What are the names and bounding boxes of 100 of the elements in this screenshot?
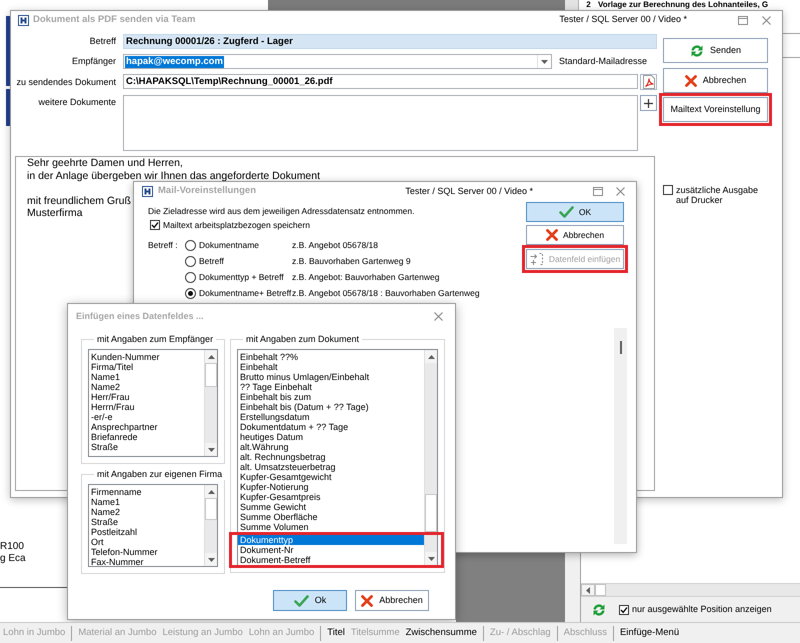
checkbox[interactable] xyxy=(619,604,629,614)
scrollbar[interactable] xyxy=(204,350,217,456)
list-item[interactable]: Straße xyxy=(89,517,204,527)
caret-down-icon xyxy=(428,556,434,560)
close-icon[interactable] xyxy=(616,187,625,196)
text-field[interactable]: C:\HAPAKSQL\Temp\Rechnung_00001_26.pdf xyxy=(123,74,638,89)
scrollbar[interactable] xyxy=(424,350,437,565)
list-item[interactable]: Name1 xyxy=(89,497,204,507)
scroll-up-button[interactable] xyxy=(205,485,217,498)
cancel-button[interactable]: Abbrechen xyxy=(526,225,624,245)
cancel-button[interactable]: Abbrechen xyxy=(663,68,768,93)
list-item[interactable]: alt. Rechnungsbetrag xyxy=(238,452,424,462)
scrollbar-thumb[interactable] xyxy=(205,363,217,387)
preset-button[interactable]: Mailtext Voreinstellung xyxy=(663,97,768,122)
radio-button[interactable] xyxy=(185,272,196,284)
list-item[interactable]: Kupfer-Gesamtpreis xyxy=(238,492,424,502)
list-item[interactable]: -er/-e xyxy=(89,412,204,422)
list-item[interactable]: Firmenname xyxy=(89,487,204,497)
info-text: Die Zieladresse wird aus dem jeweiligen Adressdatensatz entnommen. xyxy=(148,205,416,217)
list-item[interactable]: Dokument-Betreff xyxy=(238,555,424,565)
add-button[interactable] xyxy=(640,95,657,111)
maximize-icon[interactable] xyxy=(593,187,603,196)
list-item[interactable]: Fax-Nummer xyxy=(89,557,204,566)
radio-button[interactable] xyxy=(185,288,196,300)
text-field[interactable]: Rechnung 00001/26 : Zugferd - Lager xyxy=(123,34,657,49)
list-item[interactable]: Ort xyxy=(89,537,204,547)
list-item[interactable]: Dokument-Nr xyxy=(238,545,424,555)
pdf-button[interactable] xyxy=(640,74,657,90)
scroll-up-button[interactable] xyxy=(425,350,437,363)
checkbox[interactable] xyxy=(663,185,673,195)
scrollbar-thumb[interactable] xyxy=(425,494,437,532)
list-item[interactable]: Kupfer-Notierung xyxy=(238,482,424,492)
radio-button[interactable] xyxy=(185,240,196,252)
listbox[interactable]: Kunden-Nummer Firma/Titel Name1 Name2 Herr/Frau Herrn/Frau -er/-e Ansprechpartner Briefanrede Straße xyxy=(88,349,218,457)
combo-box[interactable]: hapak@wecomp.com xyxy=(123,54,552,69)
toolbar-button[interactable]: Zwischensumme xyxy=(402,626,480,640)
listbox[interactable]: Firmenname Name1 Name2 Straße Postleitzahl Ort Telefon-Nummer Fax-Nummer xyxy=(88,484,218,567)
list-item[interactable]: Kupfer-Gesamtgewicht xyxy=(238,472,424,482)
cross-icon xyxy=(684,74,697,86)
list-item[interactable]: Telefon-Nummer xyxy=(89,547,204,557)
row-text: Vorlage zur Berechnung des Lohnanteiles, G xyxy=(598,0,768,10)
checkbox[interactable] xyxy=(150,220,160,230)
list-item[interactable]: Summe Volumen xyxy=(238,522,424,532)
list-item[interactable]: alt. Umsatzsteuerbetrag xyxy=(238,462,424,472)
list-item[interactable]: Name1 xyxy=(89,372,204,382)
list-item[interactable]: Einbehalt bis (Datum + ?? Tage) xyxy=(238,402,424,412)
pdf-icon xyxy=(642,75,654,89)
list-item[interactable]: Summe Oberfläche xyxy=(238,512,424,522)
toolbar-button[interactable]: Einfüge-Menü xyxy=(616,626,682,640)
ok-button[interactable]: Ok xyxy=(273,590,347,611)
list-item[interactable]: Straße xyxy=(89,442,204,452)
list-item[interactable]: Briefanrede xyxy=(89,432,204,442)
list-item[interactable]: Firma/Titel xyxy=(89,362,204,372)
list-item[interactable]: Postleitzahl xyxy=(89,527,204,537)
scrollbar[interactable] xyxy=(614,328,627,544)
radio-button[interactable] xyxy=(185,256,196,268)
list-item[interactable]: Brutto minus Umlagen/Einbehalt xyxy=(238,372,424,382)
list-item[interactable]: Einbehalt ??% xyxy=(238,352,424,362)
checkbox-label: nur ausgewählte Position anzeigen xyxy=(632,602,772,616)
list-item[interactable]: Herr/Frau xyxy=(89,392,204,402)
list-item[interactable]: heutiges Datum xyxy=(238,432,424,442)
list-item[interactable]: Name2 xyxy=(89,507,204,517)
send-button[interactable]: Senden xyxy=(663,38,768,63)
list-item[interactable]: Herrn/Frau xyxy=(89,402,204,412)
ok-button[interactable]: OK xyxy=(526,202,624,222)
scroll-up-button[interactable] xyxy=(205,350,217,363)
close-icon[interactable] xyxy=(762,16,771,24)
scroll-down-button[interactable] xyxy=(205,553,217,566)
list-item[interactable]: Summe Gewicht xyxy=(238,502,424,512)
list-item[interactable]: Name2 xyxy=(89,382,204,392)
scroll-left-button[interactable] xyxy=(581,584,595,596)
checkmark-icon xyxy=(558,206,574,218)
list-item[interactable]: Ansprechpartner xyxy=(89,422,204,432)
scrollbar-thumb[interactable] xyxy=(620,341,622,354)
caret-down-icon xyxy=(208,448,214,452)
list-item[interactable]: Kunden-Nummer xyxy=(89,352,204,362)
list-item[interactable]: Einbehalt xyxy=(238,362,424,372)
window-title: Mail-Voreinstellungen xyxy=(158,184,256,198)
refresh-icon[interactable] xyxy=(592,602,606,616)
cell-text: R100 xyxy=(0,541,25,553)
scroll-down-button[interactable] xyxy=(205,443,217,456)
scrollbar-thumb[interactable] xyxy=(595,584,606,596)
list-item[interactable]: Erstellungsdatum xyxy=(238,412,424,422)
close-icon[interactable] xyxy=(434,312,443,321)
logo-icon xyxy=(18,14,29,26)
scrollbar[interactable] xyxy=(204,485,217,566)
list-item[interactable]: ?? Tage Einbehalt xyxy=(238,382,424,392)
cancel-button[interactable]: Abbrechen xyxy=(355,590,429,611)
cell-text: g Eca xyxy=(0,553,26,565)
row-header xyxy=(565,0,579,10)
list-item[interactable]: Dokumentdatum + ?? Tage xyxy=(238,422,424,432)
scroll-down-button[interactable] xyxy=(425,552,437,565)
list-item[interactable]: Dokumenttyp xyxy=(238,535,424,545)
scrollbar-thumb[interactable] xyxy=(205,498,217,520)
toolbar-button[interactable]: Titel xyxy=(324,626,348,640)
maximize-icon[interactable] xyxy=(738,16,748,24)
list-item[interactable]: Einbehalt bis zum xyxy=(238,392,424,402)
scrollbar[interactable] xyxy=(581,583,800,597)
list-item[interactable]: alt.Währung xyxy=(238,442,424,452)
dropdown-button[interactable] xyxy=(537,55,551,68)
